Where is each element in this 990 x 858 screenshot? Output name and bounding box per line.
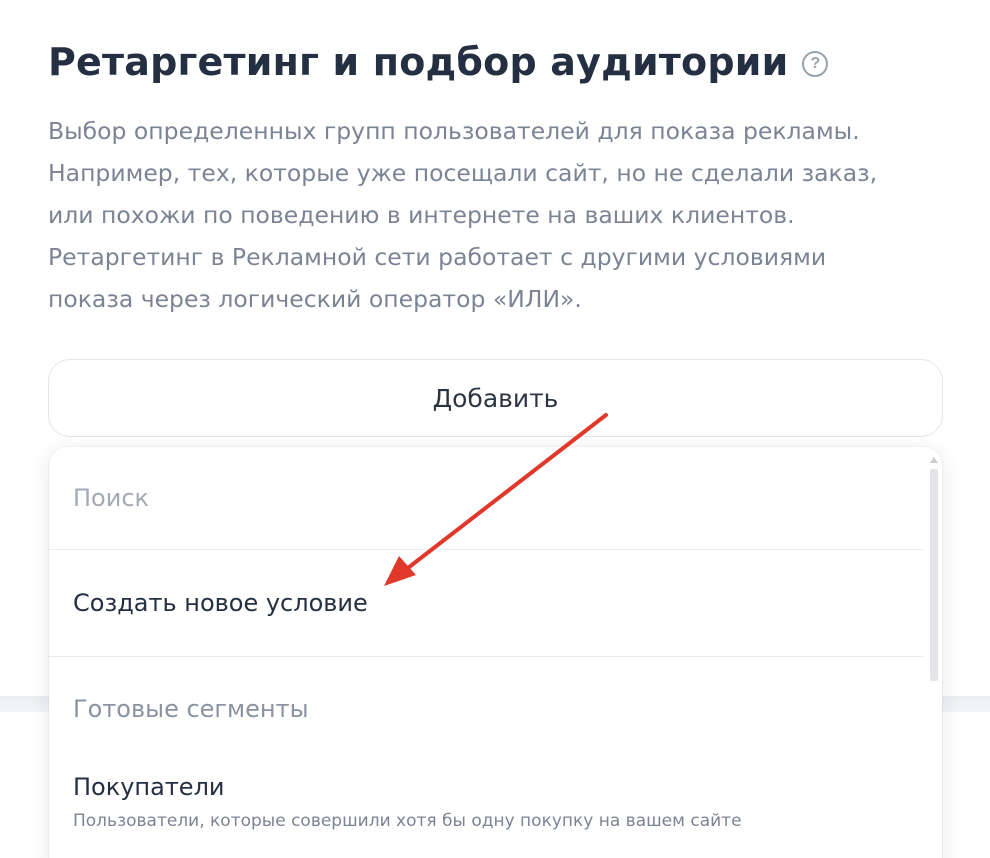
retargeting-dropdown: Создать новое условие Готовые сегменты П…: [49, 447, 942, 858]
description-line: или похожи по поведению в интернете на в…: [48, 201, 795, 229]
scrollbar-thumb[interactable]: [930, 469, 938, 681]
retargeting-panel: Ретаргетинг и подбор аудитории ? Выбор о…: [0, 0, 990, 858]
description-line: показа через логический оператор «ИЛИ».: [48, 285, 582, 313]
segment-description: Пользователи, которые совершили хотя бы …: [73, 811, 742, 831]
segment-title: Покупатели: [73, 773, 225, 801]
description-line: Выбор определенных групп пользователей д…: [48, 117, 860, 145]
segment-item-buyers[interactable]: Покупатели Пользователи, которые соверши…: [49, 757, 923, 847]
page-title: Ретаргетинг и подбор аудитории: [48, 40, 789, 84]
search-row: [49, 447, 923, 550]
dropdown-scrollbar[interactable]: [928, 457, 940, 858]
question-circle-icon[interactable]: ?: [802, 51, 829, 77]
search-input[interactable]: [73, 484, 873, 512]
scroll-up-icon[interactable]: [930, 457, 938, 463]
section-description: Выбор определенных групп пользователей д…: [48, 110, 928, 320]
description-line: Например, тех, которые уже посещали сайт…: [48, 159, 878, 187]
description-line: Ретаргетинг в Рекламной сети работает с …: [48, 243, 827, 271]
title-row: Ретаргетинг и подбор аудитории ?: [48, 40, 829, 84]
create-condition-item[interactable]: Создать новое условие: [49, 550, 923, 657]
add-button[interactable]: Добавить: [48, 359, 943, 437]
ready-segments-header: Готовые сегменты: [73, 695, 309, 723]
